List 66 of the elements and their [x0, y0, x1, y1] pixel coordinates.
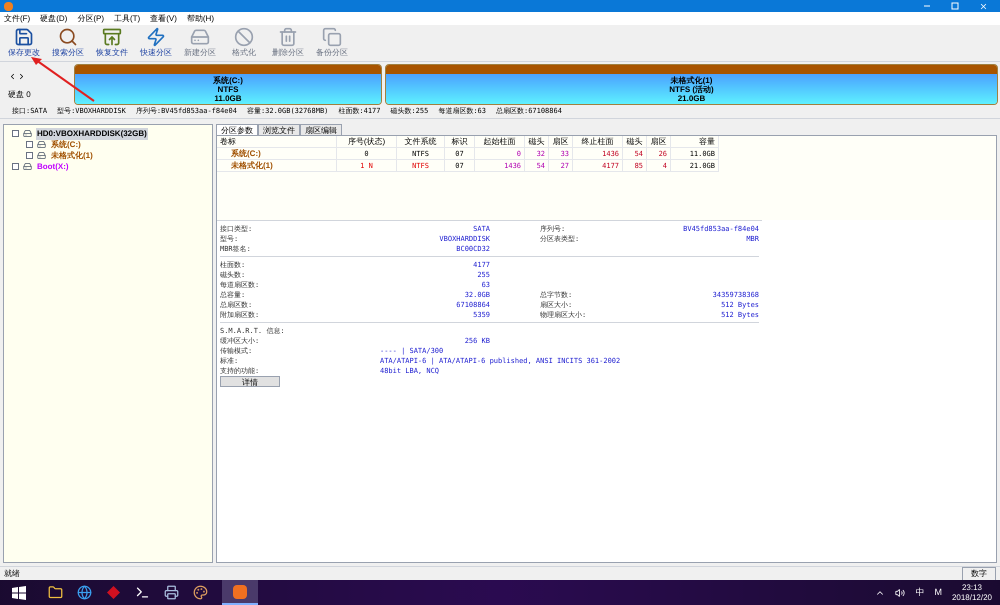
disk-app-taskbar-icon[interactable] — [222, 580, 258, 605]
column-header[interactable]: 序号(状态) — [337, 136, 397, 148]
toolbar-icon — [102, 27, 122, 47]
toolbar-button[interactable]: 保存更改 — [4, 27, 44, 59]
toolbar-icon — [322, 27, 342, 47]
palette-icon[interactable] — [193, 585, 208, 600]
table-cell: 未格式化(1) — [217, 160, 337, 172]
menu-item[interactable]: 工具(T) — [114, 12, 140, 24]
details-button[interactable]: 详情 — [220, 376, 280, 387]
partition-size: 21.0GB — [678, 94, 706, 102]
partition-block[interactable]: 系统(C:) NTFS 11.0GB — [74, 64, 382, 105]
menu-item[interactable]: 硬盘(D) — [40, 12, 68, 24]
terminal-icon[interactable] — [135, 585, 150, 600]
toolbar-icon — [234, 27, 254, 47]
browser-icon[interactable] — [77, 585, 92, 600]
tree-item[interactable]: 未格式化(1) — [50, 150, 94, 162]
toolbar-button[interactable]: 搜索分区 — [48, 27, 88, 59]
column-header[interactable]: 扇区 — [647, 136, 671, 148]
partition-block[interactable]: 未格式化(1) NTFS (活动) 21.0GB — [385, 64, 998, 105]
arrow-annotation — [30, 56, 96, 103]
column-header[interactable]: 终止柱面 — [573, 136, 623, 148]
toolbar-button[interactable]: 恢复文件 — [92, 27, 132, 59]
menu-item[interactable]: 查看(V) — [150, 12, 177, 24]
start-icon[interactable] — [12, 586, 26, 600]
column-header[interactable]: 卷标 — [217, 136, 337, 148]
column-header[interactable]: 磁头 — [525, 136, 549, 148]
partition-size: 11.0GB — [214, 94, 242, 102]
toolbar-button[interactable]: 快速分区 — [136, 27, 176, 59]
table-cell: 系统(C:) — [217, 148, 337, 160]
status-text: 就绪 — [4, 568, 20, 580]
partition-filesystem: NTFS — [218, 84, 238, 94]
tree-item[interactable]: HD0:VBOXHARDDISK(32GB) — [36, 128, 148, 140]
partition-name: 未格式化(1) — [670, 76, 712, 84]
close-icon[interactable] — [979, 2, 988, 10]
tab[interactable]: 浏览文件 — [258, 124, 300, 135]
maximize-icon[interactable] — [951, 2, 959, 10]
tab[interactable]: 分区参数 — [216, 124, 258, 135]
toolbar-icon — [278, 27, 298, 47]
menu-item[interactable]: 分区(P) — [77, 12, 104, 24]
column-header[interactable]: 磁头 — [623, 136, 647, 148]
tab[interactable]: 扇区编辑 — [300, 124, 342, 135]
partition-name: 系统(C:) — [213, 76, 243, 84]
menu-item[interactable]: 文件(F) — [4, 12, 30, 24]
app-icon — [4, 2, 13, 10]
tree-item[interactable]: 系统(C:) — [50, 138, 82, 150]
column-header[interactable]: 扇区 — [549, 136, 573, 148]
tray-indicator[interactable]: 中 — [915, 586, 924, 600]
disk-label: 硬盘 0 — [8, 89, 32, 101]
column-header[interactable]: 起始柱面 — [475, 136, 525, 148]
toolbar-icon — [58, 27, 78, 47]
tray-indicator[interactable]: M — [934, 586, 942, 600]
column-header[interactable]: 容量 — [671, 136, 719, 148]
clock-time[interactable]: 23:13 — [962, 582, 982, 592]
toolbar-icon — [146, 27, 166, 47]
diamond-icon[interactable] — [106, 585, 121, 600]
clock-date[interactable]: 2018/12/20 — [952, 592, 992, 602]
volume-icon[interactable] — [895, 588, 906, 598]
toolbar-icon — [190, 27, 210, 47]
folder-icon[interactable] — [48, 585, 63, 600]
column-header[interactable]: 标识 — [445, 136, 475, 148]
menu-item[interactable]: 帮助(H) — [186, 12, 214, 24]
tree-item[interactable]: Boot(X:) — [36, 160, 70, 172]
toolbar-icon — [14, 27, 34, 47]
column-header[interactable]: 文件系统 — [397, 136, 445, 148]
printer-icon[interactable] — [164, 585, 179, 600]
partition-filesystem: NTFS (活动) — [669, 84, 714, 94]
